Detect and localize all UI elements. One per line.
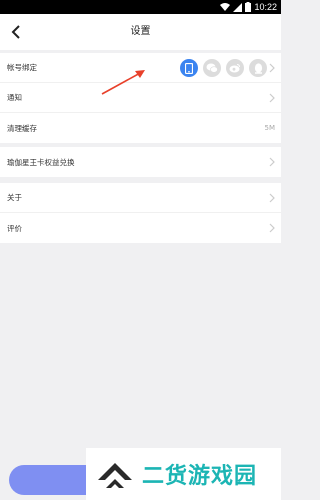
qq-icon[interactable] — [249, 59, 267, 77]
chevron-right-icon — [269, 93, 275, 103]
nav-bar: 设置 — [0, 14, 281, 50]
chevron-right-icon — [269, 157, 275, 167]
redeem-label: 瑜伽星王卡权益兑换 — [7, 157, 75, 167]
status-time: 10:22 — [254, 2, 277, 12]
chevron-right-icon — [269, 223, 275, 233]
page-title: 设置 — [130, 26, 151, 37]
notifications-label: 通知 — [7, 93, 22, 102]
signal-icon — [233, 2, 243, 12]
wifi-icon — [220, 2, 231, 11]
binding-icons — [180, 59, 267, 77]
account-binding-label: 帐号绑定 — [7, 63, 37, 72]
cache-size-value: 5M — [264, 124, 276, 132]
settings-group-redeem: 瑜伽星王卡权益兑换 — [0, 147, 281, 177]
weibo-icon[interactable] — [226, 59, 244, 77]
rate-label: 评价 — [7, 223, 22, 233]
wechat-icon[interactable] — [203, 59, 221, 77]
watermark: 二货游戏园 — [86, 448, 281, 500]
phone-icon[interactable] — [180, 59, 198, 77]
status-bar: 10:22 — [0, 0, 281, 14]
row-redeem[interactable]: 瑜伽星王卡权益兑换 — [0, 147, 281, 177]
clear-cache-label: 清理缓存 — [7, 123, 37, 133]
row-about[interactable]: 关于 — [0, 183, 281, 213]
settings-group-about: 关于 评价 — [0, 183, 281, 243]
watermark-logo-icon — [98, 463, 132, 488]
watermark-text: 二货游戏园 — [142, 464, 258, 489]
annotation-arrow-icon — [101, 70, 145, 95]
row-clear-cache[interactable]: 清理缓存 5M — [0, 113, 281, 143]
battery-icon — [245, 2, 252, 12]
chevron-right-icon — [269, 63, 275, 73]
row-rate[interactable]: 评价 — [0, 213, 281, 243]
about-label: 关于 — [7, 193, 22, 202]
chevron-right-icon — [269, 193, 275, 203]
